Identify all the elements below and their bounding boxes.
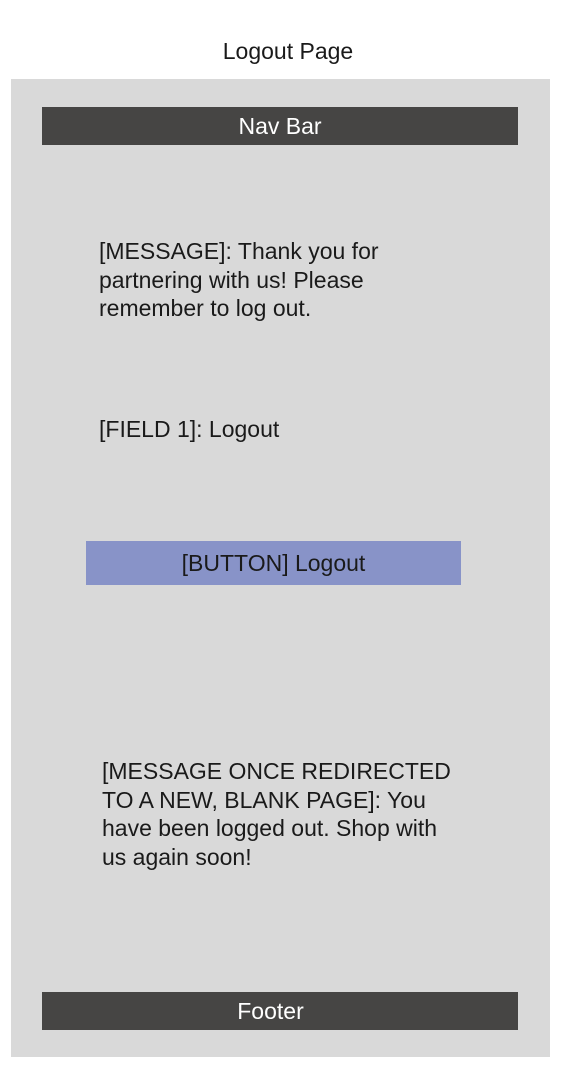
footer-label: Footer <box>237 998 304 1024</box>
redirect-message: [MESSAGE ONCE REDIRECTED TO A NEW, BLANK… <box>102 758 451 870</box>
logout-button-label: [BUTTON] Logout <box>181 550 366 576</box>
page-title: Logout Page <box>222 38 354 64</box>
wireframe-canvas: Nav Bar [MESSAGE]: Thank you for partner… <box>11 79 550 1057</box>
nav-bar[interactable]: Nav Bar <box>42 107 518 145</box>
logout-reminder-message: [MESSAGE]: Thank you for partnering with… <box>99 238 379 321</box>
logout-field: [FIELD 1]: Logout <box>99 416 280 442</box>
nav-bar-label: Nav Bar <box>238 113 322 139</box>
logout-button[interactable]: [BUTTON] Logout <box>86 541 461 585</box>
footer: Footer <box>42 992 518 1030</box>
